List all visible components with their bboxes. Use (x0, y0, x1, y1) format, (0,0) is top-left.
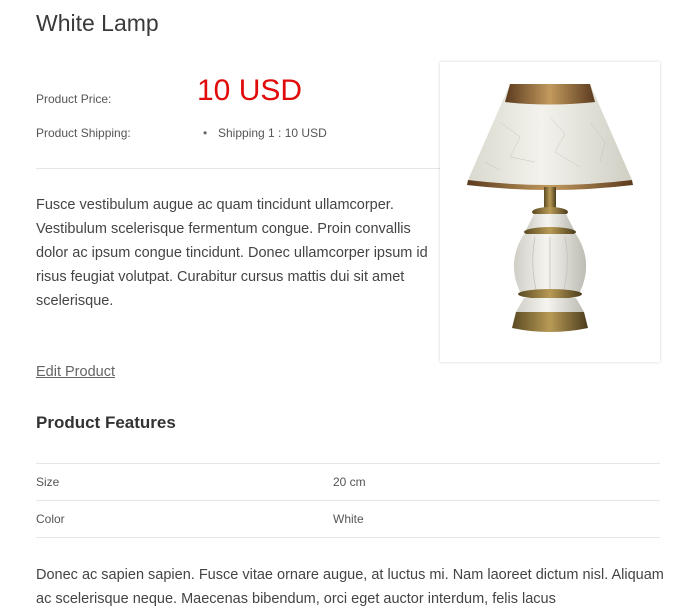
product-price: 10 USD (197, 74, 303, 107)
product-description: Fusce vestibulum augue ac quam tincidunt… (36, 197, 428, 309)
features-table: Size 20 cm Color White (36, 463, 660, 538)
divider (36, 168, 440, 169)
lamp-image-icon (467, 84, 633, 332)
shipping-label: Product Shipping: (36, 126, 131, 140)
feature-name: Color (36, 500, 333, 538)
shipping-list: Shipping 1 : 10 USD (203, 126, 327, 140)
price-label: Product Price: (36, 92, 112, 106)
features-title: Product Features (36, 413, 176, 432)
shipping-option: Shipping 1 : 10 USD (203, 126, 327, 140)
edit-product-link[interactable]: Edit Product (36, 364, 115, 380)
feature-value: 20 cm (333, 463, 660, 501)
table-row: Color White (36, 500, 660, 538)
table-row: Size 20 cm (36, 463, 660, 501)
feature-name: Size (36, 463, 333, 501)
product-title: White Lamp (36, 10, 159, 36)
product-image[interactable] (440, 62, 660, 362)
bottom-paragraph: Donec ac sapien sapien. Fusce vitae orna… (36, 567, 664, 607)
feature-value: White (333, 500, 660, 538)
